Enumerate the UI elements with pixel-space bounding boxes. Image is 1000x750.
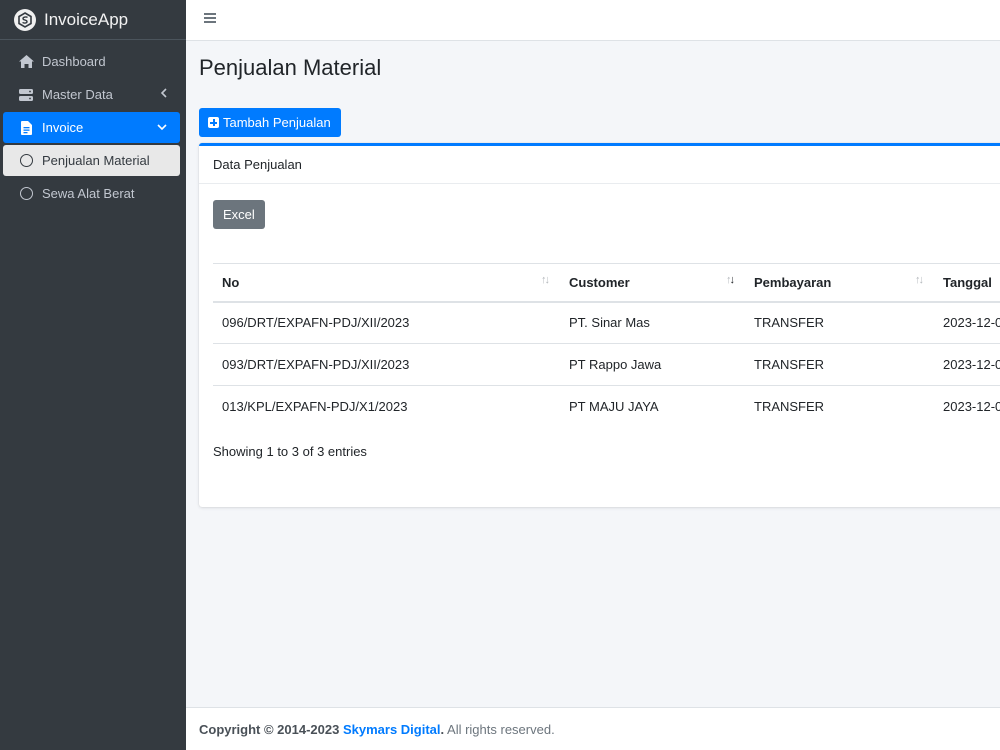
sidebar-menu: Dashboard Master Data Invoice Penjualan … — [0, 40, 186, 209]
cell-tanggal: 2023-12-0 — [934, 343, 1000, 386]
sidebar-item-dashboard[interactable]: Dashboard — [3, 46, 180, 77]
penjualan-table: No ↑↓ Customer ↑↓ Pembayaran ↑↓ Tanggal — [213, 263, 1000, 428]
cell-no: 096/DRT/EXPAFN-PDJ/XII/2023 — [213, 301, 560, 344]
card-title: Data Penjualan — [199, 146, 1000, 184]
cell-no: 093/DRT/EXPAFN-PDJ/XII/2023 — [213, 343, 560, 386]
footer: Copyright © 2014-2023 Skymars Digital. A… — [186, 707, 1000, 750]
sidebar-item-label: Penjualan Material — [42, 153, 150, 168]
cell-tanggal: 2023-12-0 — [934, 301, 1000, 344]
cell-customer: PT. Sinar Mas — [560, 301, 745, 344]
column-header-tanggal[interactable]: Tanggal — [934, 263, 1000, 303]
column-header-pembayaran[interactable]: Pembayaran ↑↓ — [745, 263, 934, 303]
sort-icon: ↑↓ — [915, 274, 924, 286]
top-navbar — [186, 0, 1000, 41]
excel-export-button[interactable]: Excel — [213, 200, 265, 229]
table-row[interactable]: 093/DRT/EXPAFN-PDJ/XII/2023 PT Rappo Jaw… — [213, 343, 1000, 386]
file-invoice-icon — [17, 120, 35, 135]
sidebar-item-label: Invoice — [42, 120, 84, 135]
data-card: Data Penjualan Excel No ↑↓ Customer ↑↓ P… — [199, 143, 1000, 507]
table-row[interactable]: 013/KPL/EXPAFN-PDJ/X1/2023 PT MAJU JAYA … — [213, 386, 1000, 428]
server-icon — [17, 88, 35, 101]
cell-no: 013/KPL/EXPAFN-PDJ/X1/2023 — [222, 399, 408, 415]
chevron-down-icon — [156, 120, 168, 135]
brand-logo — [14, 8, 36, 31]
table-header-row: No ↑↓ Customer ↑↓ Pembayaran ↑↓ Tanggal — [213, 263, 1000, 303]
sidebar-item-label: Sewa Alat Berat — [42, 186, 135, 201]
add-penjualan-button[interactable]: Tambah Penjualan — [199, 108, 341, 137]
sidebar-item-label: Master Data — [42, 87, 113, 102]
column-header-no[interactable]: No ↑↓ — [213, 263, 560, 303]
sidebar-item-penjualan-material[interactable]: Penjualan Material — [3, 145, 180, 176]
home-icon — [17, 55, 35, 68]
sort-icon: ↑↓ — [541, 274, 550, 286]
main-content: Penjualan Material Tambah Penjualan Data… — [186, 41, 1000, 707]
cell-pembayaran: TRANSFER — [745, 343, 934, 386]
sidebar-item-master-data[interactable]: Master Data — [3, 79, 180, 110]
circle-icon — [17, 154, 35, 167]
chevron-left-icon — [160, 87, 168, 102]
company-link[interactable]: Skymars Digital — [343, 722, 441, 737]
cell-pembayaran: TRANSFER — [754, 399, 825, 415]
page-title: Penjualan Material — [199, 55, 382, 80]
add-button-label: Tambah Penjualan — [223, 115, 331, 130]
cell-pembayaran: TRANSFER — [745, 301, 934, 344]
sidebar-item-invoice[interactable]: Invoice — [3, 112, 180, 143]
brand-name: InvoiceApp — [44, 9, 129, 29]
cell-customer: PT MAJU JAYA — [569, 399, 659, 415]
cell-customer: PT Rappo Jawa — [560, 343, 745, 386]
sidebar: InvoiceApp Dashboard Master Data Invoice — [0, 0, 186, 750]
table-row[interactable]: 096/DRT/EXPAFN-PDJ/XII/2023 PT. Sinar Ma… — [213, 301, 1000, 344]
brand-link[interactable]: InvoiceApp — [0, 0, 186, 40]
sidebar-item-label: Dashboard — [42, 54, 106, 69]
menu-toggle-icon[interactable] — [204, 13, 216, 25]
table-info: Showing 1 to 3 of 3 entries — [213, 444, 367, 459]
rights-text: All rights reserved. — [444, 722, 555, 737]
plus-square-icon — [208, 117, 219, 128]
copyright-text: Copyright © 2014-2023 — [199, 722, 343, 737]
sort-desc-icon: ↑↓ — [726, 274, 735, 286]
sidebar-item-sewa-alat-berat[interactable]: Sewa Alat Berat — [3, 178, 180, 209]
circle-icon — [17, 187, 35, 200]
cell-tanggal: 2023-12-0 — [943, 399, 1000, 415]
column-header-customer[interactable]: Customer ↑↓ — [560, 263, 745, 303]
